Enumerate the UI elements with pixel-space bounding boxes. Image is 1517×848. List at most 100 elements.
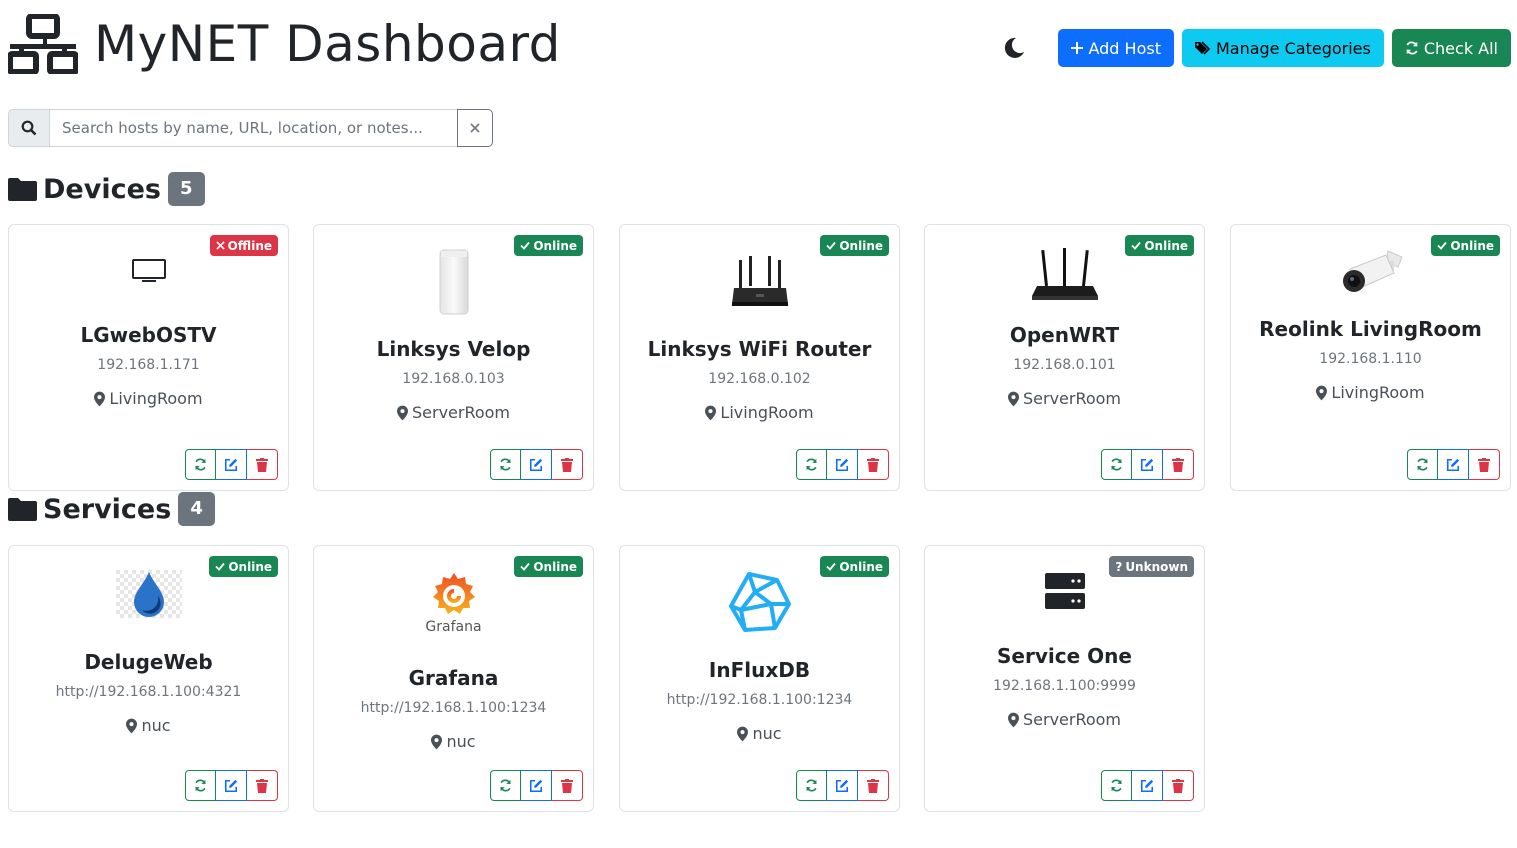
location-pin-icon [705, 405, 717, 420]
check-all-button[interactable]: Check All [1391, 29, 1511, 67]
host-location: ServerRoom [925, 389, 1204, 408]
location-pin-icon [1007, 391, 1019, 406]
check-all-label: Check All [1423, 38, 1498, 58]
trash-icon [561, 457, 573, 472]
host-address: 192.168.0.102 [708, 371, 811, 387]
edit-host-button[interactable] [216, 449, 247, 480]
x-icon [215, 241, 225, 250]
edit-host-button[interactable] [1132, 770, 1163, 801]
edit-host-button[interactable] [521, 449, 552, 480]
edit-icon [835, 779, 849, 792]
check-host-button[interactable] [490, 449, 521, 480]
trash-icon [1172, 778, 1184, 793]
trash-icon [256, 457, 268, 472]
delete-host-button[interactable] [552, 449, 583, 480]
search-bar [8, 109, 493, 147]
host-address: http://192.168.1.100:1234 [666, 692, 853, 708]
host-card: Online Grafana Grafana http://192.168.1.… [313, 545, 594, 812]
category-count-badge: 5 [167, 172, 205, 206]
delete-host-button[interactable] [1469, 449, 1500, 480]
card-actions [796, 770, 889, 801]
location-pin-icon [1007, 712, 1019, 727]
server-icon [1044, 573, 1085, 609]
check-host-button[interactable] [1407, 449, 1438, 480]
edit-host-button[interactable] [827, 449, 858, 480]
card-actions [490, 449, 583, 480]
location-label: LivingRoom [720, 403, 814, 422]
delete-host-button[interactable] [552, 770, 583, 801]
edit-icon [1446, 458, 1460, 471]
header-actions: Add Host Manage Categories Check All [1002, 29, 1511, 67]
host-card: Online InFluxDB http://192.168.1.100:123… [619, 545, 900, 812]
card-actions [185, 770, 278, 801]
category-title: Devices [43, 173, 161, 205]
location-label: nuc [446, 732, 476, 751]
edit-icon [224, 779, 238, 792]
dark-mode-toggle-icon[interactable] [1002, 36, 1026, 60]
trash-icon [1172, 457, 1184, 472]
refresh-icon [1111, 458, 1122, 471]
folder-icon [8, 178, 37, 201]
host-name: Linksys WiFi Router [647, 337, 872, 361]
host-location: LivingRoom [620, 403, 899, 422]
edit-icon [529, 458, 543, 471]
check-host-button[interactable] [1101, 449, 1132, 480]
delete-host-button[interactable] [1163, 449, 1194, 480]
edit-host-button[interactable] [1132, 449, 1163, 480]
edit-icon [1140, 779, 1154, 792]
location-label: ServerRoom [1022, 389, 1122, 408]
edit-host-button[interactable] [827, 770, 858, 801]
host-card: Online Reolink LivingRoom 192.168.1.110 … [1230, 224, 1511, 491]
host-address: http://192.168.1.100:4321 [55, 684, 242, 700]
check-host-button[interactable] [1101, 770, 1132, 801]
search-input[interactable] [50, 109, 457, 147]
router-icon [1031, 248, 1098, 300]
edit-host-button[interactable] [216, 770, 247, 801]
clear-search-button[interactable] [457, 109, 493, 147]
check-host-button[interactable] [796, 770, 827, 801]
host-card: Online Linksys Velop 192.168.0.103 Serve… [313, 224, 594, 491]
location-pin-icon [1316, 385, 1328, 400]
location-label: LivingRoom [1331, 383, 1425, 402]
host-name: OpenWRT [1009, 323, 1120, 347]
delete-host-button[interactable] [247, 449, 278, 480]
edit-icon [835, 458, 849, 471]
host-name: Reolink LivingRoom [1259, 317, 1482, 341]
host-name: InFluxDB [708, 658, 811, 682]
location-pin-icon [737, 726, 749, 741]
check-host-button[interactable] [185, 770, 216, 801]
check-host-button[interactable] [796, 449, 827, 480]
trash-icon [1478, 457, 1490, 472]
mesh-node-icon [439, 249, 468, 315]
check-host-button[interactable] [185, 449, 216, 480]
category-count-badge: 4 [178, 492, 215, 526]
location-pin-icon [396, 405, 408, 420]
host-address: 192.168.0.101 [1013, 357, 1116, 373]
delete-host-button[interactable] [858, 770, 889, 801]
host-name: Grafana [408, 666, 499, 690]
edit-host-button[interactable] [1438, 449, 1469, 480]
location-label: nuc [752, 724, 782, 743]
category-heading-services: Services 4 [8, 492, 215, 526]
network-icon [8, 14, 78, 74]
host-location: LivingRoom [9, 389, 288, 408]
delete-host-button[interactable] [1163, 770, 1194, 801]
refresh-icon [195, 779, 206, 792]
manage-categories-button[interactable]: Manage Categories [1181, 29, 1384, 67]
location-label: ServerRoom [411, 403, 511, 422]
host-card: Online Linksys WiFi Router 192.168.0.102… [619, 224, 900, 491]
delete-host-button[interactable] [858, 449, 889, 480]
check-host-button[interactable] [490, 770, 521, 801]
host-location: LivingRoom [1231, 383, 1510, 402]
delete-host-button[interactable] [247, 770, 278, 801]
host-location: nuc [620, 724, 899, 743]
add-host-button[interactable]: Add Host [1058, 29, 1174, 67]
host-address: 192.168.1.110 [1319, 351, 1422, 367]
refresh-icon [1417, 458, 1428, 471]
camera-icon [1342, 250, 1403, 292]
edit-host-button[interactable] [521, 770, 552, 801]
card-actions [796, 449, 889, 480]
host-card: Online DelugeWeb http://192.168.1.100:43… [8, 545, 289, 812]
host-location: ServerRoom [925, 710, 1204, 729]
host-name: LGwebOSTV [80, 323, 217, 347]
